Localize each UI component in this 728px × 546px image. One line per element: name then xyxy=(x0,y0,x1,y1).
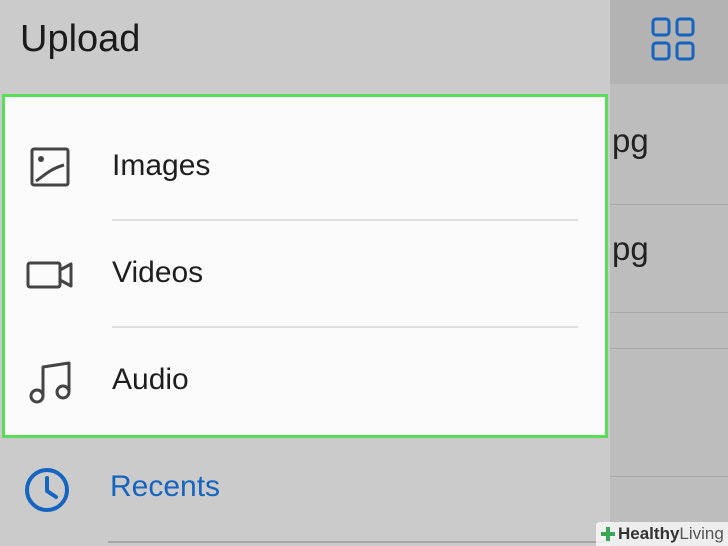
clock-icon xyxy=(25,468,69,512)
videos-label: Videos xyxy=(112,256,204,289)
watermark: HealthyLiving xyxy=(596,522,728,546)
option-divider xyxy=(112,326,578,328)
video-camera-icon xyxy=(26,261,73,289)
videos-option[interactable]: Videos xyxy=(5,222,605,329)
watermark-text: HealthyLiving xyxy=(618,524,724,543)
image-icon xyxy=(30,147,70,187)
recents-label: Recents xyxy=(110,470,221,503)
drawer-title: Upload xyxy=(20,18,141,60)
plus-icon xyxy=(601,527,615,541)
images-label: Images xyxy=(112,149,211,182)
option-divider xyxy=(112,219,578,221)
audio-label: Audio xyxy=(112,363,189,396)
audio-option[interactable]: Audio xyxy=(5,329,605,436)
images-option[interactable]: Images xyxy=(5,115,605,222)
music-note-icon xyxy=(29,361,71,404)
recents-option[interactable]: Recents xyxy=(0,440,610,540)
grid-view-icon[interactable] xyxy=(650,16,696,62)
upload-options-panel: Images Videos Audio xyxy=(2,94,608,438)
drawer-header: Upload xyxy=(0,0,610,90)
upload-drawer: Upload Images Videos Audio Recents xyxy=(0,0,610,546)
drawer-divider xyxy=(108,541,610,543)
